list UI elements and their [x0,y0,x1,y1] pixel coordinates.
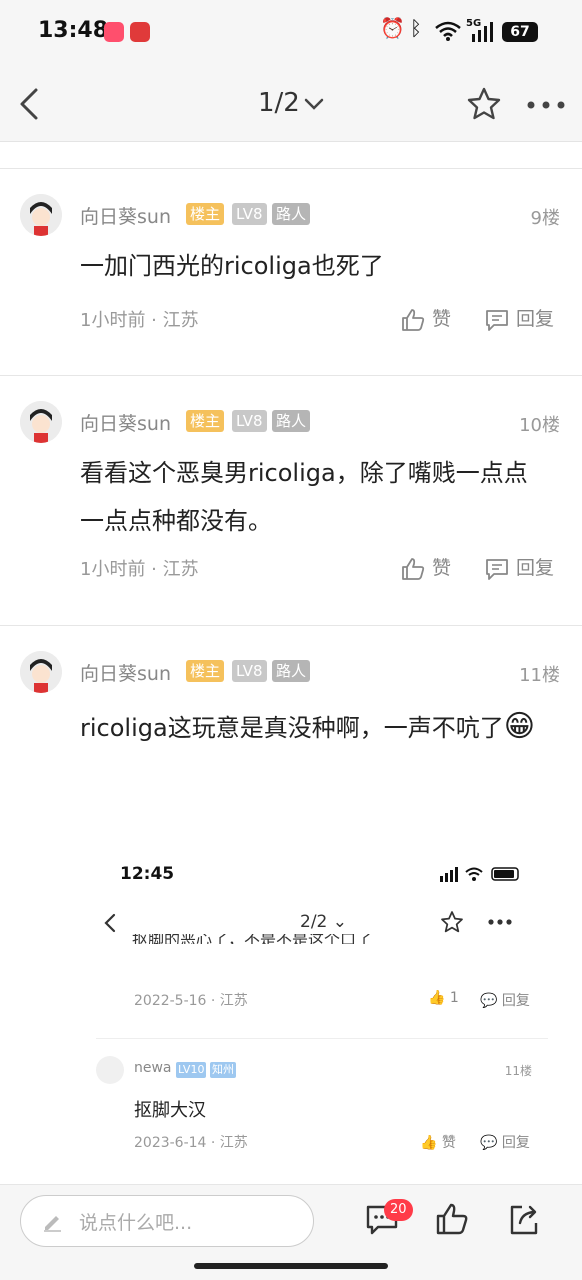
app-notification-icon [130,22,150,42]
like-button[interactable]: 赞 [400,553,451,582]
wifi-icon [435,21,461,41]
status-bar: 13:48 ⏰ ᛒ 5G 67 [0,0,582,64]
battery-indicator: 67 [502,22,538,42]
embed-date-location: 2022-5-16 · 江苏 [134,993,248,1009]
embed-star-icon [441,911,463,933]
time-location: 1小时前 · 江苏 [80,310,199,331]
embed-divider [96,1038,548,1039]
thumbs-up-icon[interactable] [434,1201,470,1237]
embed-tag-badge: 知州 [210,1062,236,1078]
tag-badge: 路人 [272,410,311,432]
page-indicator[interactable]: 1/2 [258,88,300,118]
embed-back-icon [104,913,116,933]
embed-level-badge: LV10 [176,1062,207,1078]
username[interactable]: 向日葵sun [80,202,171,229]
divider [0,168,582,169]
app-notification-icon [104,22,124,42]
signal-icon [472,22,493,42]
post-item: 向日葵sun 楼主 LV8 路人 9楼 一加门西光的ricoliga也死了 1小… [0,170,582,375]
comment-icon [486,558,508,580]
bluetooth-icon: ᛒ [410,16,422,40]
embed-cut-text: 抠脚的恶心了，不是不是这个口了 [132,934,373,944]
like-label: 赞 [432,308,452,330]
tag-badge: 路人 [272,203,311,225]
reply-label: 回复 [516,308,555,330]
bottom-action-bar: 说点什么吧... 20 [0,1184,582,1280]
avatar[interactable] [20,651,62,693]
embed-page-indicator: 2/2 ⌄ [300,912,348,932]
comment-count-badge: 20 [384,1199,413,1221]
share-icon[interactable] [506,1201,542,1237]
reply-button[interactable]: 回复 [484,553,554,582]
embed-like: 👍 赞 [420,1135,456,1151]
embed-username: newa [134,1060,172,1076]
host-badge: 楼主 [186,660,225,682]
thumbs-up-icon [402,557,425,580]
floor-number: 10楼 [519,415,560,436]
home-indicator[interactable] [194,1263,388,1269]
alarm-icon: ⏰ [380,16,405,40]
post-content: ricoliga这玩意是真没种啊，一声不吭了😁 [80,709,535,744]
post-content: 一加门西光的ricoliga也死了 [80,252,384,280]
star-icon[interactable] [466,86,502,122]
tag-badge: 路人 [272,660,311,682]
embed-status-time: 12:45 [120,864,175,884]
time-location: 1小时前 · 江苏 [80,559,199,580]
avatar[interactable] [20,401,62,443]
host-badge: 楼主 [186,203,225,225]
embed-date-location: 2023-6-14 · 江苏 [134,1135,248,1151]
username[interactable]: 向日葵sun [80,659,171,686]
embed-more-icon [488,919,512,925]
top-navigation: 1/2 [0,64,582,142]
divider [0,625,582,626]
embed-reply: 💬 回复 [480,993,530,1009]
avatar[interactable] [20,194,62,236]
chevron-down-icon[interactable] [302,94,326,114]
embed-like-count: 👍 1 [428,990,459,1006]
more-icon[interactable] [526,100,566,110]
level-badge: LV8 [232,410,267,432]
embedded-screenshot[interactable]: 12:45 2/2 ⌄ 抠脚的恶心了，不是不是这个口了 2022-5-16 · … [96,846,548,1184]
like-button[interactable]: 赞 [400,304,451,333]
username[interactable]: 向日葵sun [80,409,171,436]
thumbs-up-icon [402,308,425,331]
embed-reply: 💬 回复 [480,1135,530,1151]
comment-placeholder: 说点什么吧... [79,1212,193,1234]
like-label: 赞 [432,557,452,579]
post-content: 看看这个恶臭男ricoliga，除了嘴贱一点点一点点种都没有。 [80,459,528,535]
embed-status-icons [440,867,519,882]
divider [0,375,582,376]
grin-emoji: 😁 [503,709,535,744]
pencil-icon [44,1216,61,1232]
floor-number: 11楼 [519,665,560,686]
reply-button[interactable]: 回复 [484,304,554,333]
back-icon[interactable] [14,84,46,124]
host-badge: 楼主 [186,410,225,432]
embed-avatar [96,1056,124,1084]
embed-content: 抠脚大汉 [134,1100,206,1121]
status-time: 13:48 [38,18,109,43]
reply-label: 回复 [516,557,555,579]
post-item: 向日葵sun 楼主 LV8 路人 11楼 ricoliga这玩意是真没种啊，一声… [0,627,582,847]
level-badge: LV8 [232,203,267,225]
post-item: 向日葵sun 楼主 LV8 路人 10楼 看看这个恶臭男ricoliga，除了嘴… [0,377,582,625]
comment-input[interactable]: 说点什么吧... [20,1195,314,1247]
comment-icon [486,309,508,331]
embed-floor: 11楼 [504,1064,532,1078]
level-badge: LV8 [232,660,267,682]
floor-number: 9楼 [530,208,560,229]
